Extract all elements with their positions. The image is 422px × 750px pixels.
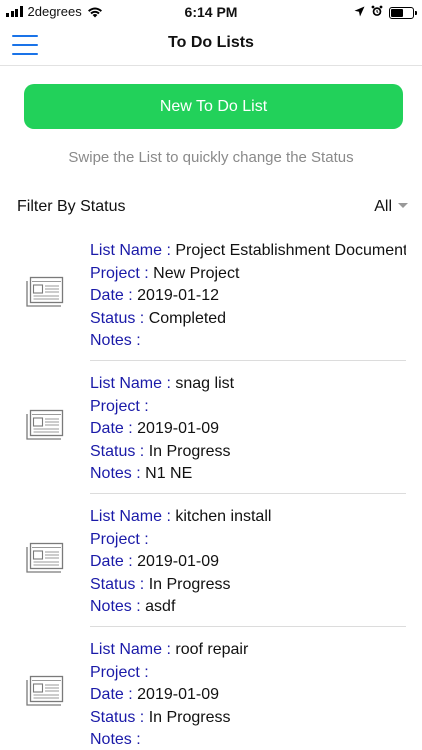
list-item[interactable]: List Name : snag list Project : Date : 2… [0, 361, 422, 494]
date-label: Date : [90, 553, 133, 570]
project-label: Project : [90, 397, 149, 415]
list-name-label: List Name : [90, 508, 171, 525]
list-item[interactable]: List Name : kitchen install Project : Da… [0, 494, 422, 627]
newspaper-icon [22, 673, 66, 714]
newspaper-icon [22, 540, 66, 581]
date-row: Date : 2019-01-09 [90, 684, 406, 707]
list-name-value: kitchen install [175, 508, 272, 525]
notes-label: Notes : [90, 465, 141, 482]
list-name-row: List Name : snag list [90, 373, 406, 396]
newspaper-icon [22, 274, 66, 315]
date-row: Date : 2019-01-09 [90, 551, 406, 574]
status-bar: 2degrees 6:14 PM [0, 0, 422, 24]
notes-row: Notes : asdf [90, 596, 406, 619]
notes-row: Notes : [90, 729, 406, 750]
dropdown-caret-icon [398, 202, 408, 208]
status-row: Status : In Progress [90, 574, 406, 597]
project-label: Project : [90, 663, 149, 681]
status-label: Status : [90, 575, 145, 593]
date-label: Date : [90, 420, 133, 437]
list-name-label: List Name : [90, 641, 171, 658]
location-arrow-icon [354, 4, 365, 22]
filter-selected-value: All [374, 198, 392, 215]
status-row: Status : In Progress [90, 441, 406, 464]
to-do-list: List Name : Project Establishment Docume… [0, 228, 422, 750]
notes-row: Notes : N1 NE [90, 463, 406, 486]
list-item[interactable]: List Name : roof repair Project : Date :… [0, 627, 422, 750]
status-row: Status : In Progress [90, 707, 406, 730]
notes-label: Notes : [90, 598, 141, 615]
battery-icon [389, 7, 417, 19]
list-name-label: List Name : [90, 375, 171, 392]
filter-label: Filter By Status [17, 198, 126, 215]
notes-row: Notes : [90, 330, 406, 353]
notes-label: Notes : [90, 731, 141, 748]
list-name-value: roof repair [175, 641, 249, 658]
alarm-clock-icon [371, 4, 383, 22]
status-value: In Progress [148, 708, 231, 726]
date-row: Date : 2019-01-09 [90, 418, 406, 441]
notes-value: N1 NE [145, 465, 193, 482]
list-name-label: List Name : [90, 242, 171, 259]
project-row: Project : New Project [90, 263, 406, 286]
list-name-value: snag list [175, 375, 235, 392]
project-value: New Project [153, 264, 240, 282]
status-value: In Progress [148, 442, 231, 460]
project-row: Project : [90, 529, 406, 552]
status-label: Status : [90, 442, 145, 460]
project-row: Project : [90, 662, 406, 685]
notes-value: asdf [145, 598, 176, 615]
date-row: Date : 2019-01-12 [90, 285, 406, 308]
status-value: Completed [148, 309, 227, 327]
status-right [354, 4, 417, 22]
status-filter-select[interactable]: All [374, 198, 408, 216]
date-value: 2019-01-09 [137, 686, 219, 703]
date-value: 2019-01-09 [137, 420, 219, 437]
item-details: List Name : Project Establishment Docume… [90, 240, 406, 353]
project-label: Project : [90, 530, 149, 548]
list-name-value: Project Establishment Documents [175, 242, 406, 259]
date-value: 2019-01-09 [137, 553, 219, 570]
date-label: Date : [90, 686, 133, 703]
project-label: Project : [90, 264, 149, 282]
status-label: Status : [90, 708, 145, 726]
newspaper-icon [22, 407, 66, 448]
list-item[interactable]: List Name : Project Establishment Docume… [0, 228, 422, 361]
status-value: In Progress [148, 575, 231, 593]
item-details: List Name : snag list Project : Date : 2… [90, 373, 406, 486]
item-details: List Name : kitchen install Project : Da… [90, 506, 406, 619]
project-row: Project : [90, 396, 406, 419]
list-name-row: List Name : kitchen install [90, 506, 406, 529]
swipe-hint: Swipe the List to quickly change the Sta… [68, 149, 354, 166]
status-label: Status : [90, 309, 145, 327]
battery-level [391, 9, 403, 17]
list-name-row: List Name : roof repair [90, 639, 406, 662]
status-row: Status : Completed [90, 308, 406, 331]
new-to-do-list-button[interactable]: New To Do List [24, 84, 403, 129]
notes-label: Notes : [90, 332, 141, 349]
date-value: 2019-01-12 [137, 287, 219, 304]
nav-bar: To Do Lists [0, 24, 422, 66]
item-details: List Name : roof repair Project : Date :… [90, 639, 406, 750]
list-name-row: List Name : Project Establishment Docume… [90, 240, 406, 263]
date-label: Date : [90, 287, 133, 304]
page-title: To Do Lists [168, 34, 254, 51]
